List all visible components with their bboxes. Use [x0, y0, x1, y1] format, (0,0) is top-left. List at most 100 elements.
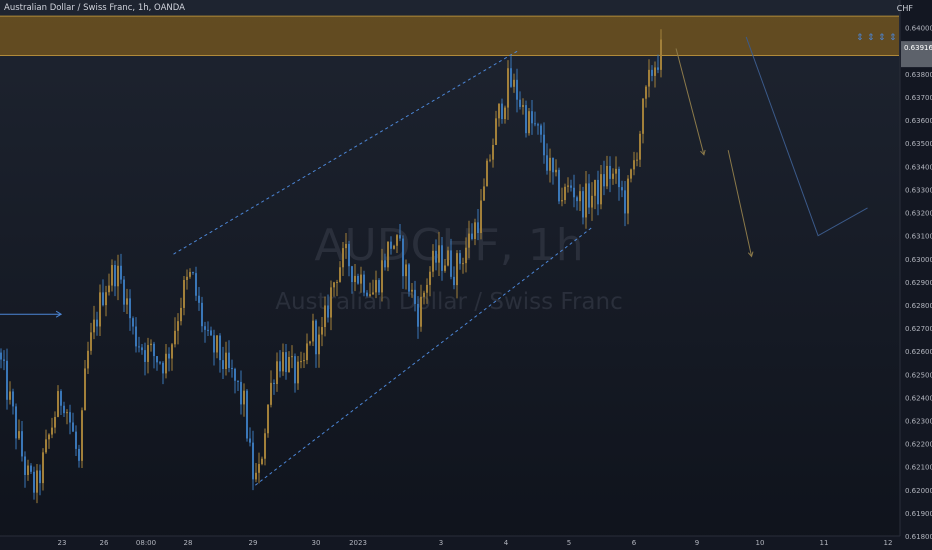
- candle-body: [642, 98, 644, 134]
- candle-body: [495, 118, 497, 145]
- candle-body: [312, 320, 314, 342]
- candle-body: [468, 233, 470, 248]
- candle-body: [51, 427, 53, 435]
- candle-body: [447, 250, 449, 266]
- time-tick-label: 10: [756, 539, 765, 547]
- candle-body: [132, 318, 134, 327]
- price-tick-label: 0.62800: [905, 302, 932, 310]
- time-tick-label: 12: [884, 539, 893, 547]
- candle-body: [153, 343, 155, 357]
- candle-body: [510, 68, 512, 87]
- candle-body: [144, 350, 146, 362]
- candle-body: [216, 335, 218, 353]
- price-tick-label: 0.63300: [905, 186, 932, 194]
- candle-body: [441, 245, 443, 271]
- candle-body: [219, 335, 221, 361]
- candle-body: [546, 155, 548, 171]
- candle-body: [15, 406, 17, 439]
- candle-body: [564, 186, 566, 201]
- price-tick-label: 0.64000: [905, 25, 932, 33]
- candle-body: [315, 320, 317, 355]
- candle-body: [198, 295, 200, 303]
- candle-body: [492, 144, 494, 160]
- time-tick-label: 30: [312, 539, 321, 547]
- candle-body: [180, 307, 182, 322]
- currency-label: CHF: [896, 4, 913, 13]
- candle-body: [333, 282, 335, 288]
- resistance-zone[interactable]: [0, 16, 899, 56]
- candle-body: [120, 265, 122, 280]
- candle-body: [345, 243, 347, 249]
- candle-body: [201, 302, 203, 327]
- chart-area[interactable]: AUDCHF, 1h Australian Dollar / Swiss Fran…: [0, 0, 932, 550]
- candle-body: [177, 321, 179, 331]
- candle-body: [192, 272, 194, 274]
- candle-body: [168, 353, 170, 359]
- candle-body: [48, 434, 50, 440]
- candle-body: [57, 391, 59, 417]
- candle-body: [174, 330, 176, 345]
- candle-body: [147, 345, 149, 362]
- price-tick-label: 0.62400: [905, 394, 932, 402]
- candle-body: [552, 157, 554, 173]
- candle-body: [78, 448, 80, 461]
- candle-body: [228, 352, 230, 368]
- alert-icon[interactable]: ⇕: [889, 33, 897, 43]
- candle-body: [129, 298, 131, 319]
- candle-body: [207, 329, 209, 331]
- candle-body: [162, 362, 164, 374]
- candle-body: [438, 245, 440, 263]
- candle-body: [294, 356, 296, 384]
- candle-body: [60, 391, 62, 406]
- candle-body: [402, 238, 404, 277]
- candle-body: [621, 187, 623, 191]
- candle-body: [99, 292, 101, 327]
- price-tick-label: 0.62600: [905, 348, 932, 356]
- price-chart[interactable]: AUDCHF, 1hAustralian Dollar / Swiss Fran…: [0, 0, 932, 550]
- time-tick-label: 6: [632, 539, 637, 547]
- candle-body: [528, 111, 530, 134]
- candle-body: [342, 248, 344, 268]
- candle-body: [471, 233, 473, 239]
- candle-body: [63, 405, 65, 414]
- candle-body: [72, 422, 74, 432]
- time-tick-label: 29: [249, 539, 258, 547]
- candle-body: [156, 356, 158, 363]
- candle-body: [408, 264, 410, 292]
- candle-body: [555, 169, 557, 173]
- candle-body: [501, 103, 503, 120]
- alert-icon[interactable]: ⇕: [867, 33, 875, 43]
- candle-body: [474, 222, 476, 239]
- candle-body: [123, 279, 125, 305]
- price-tick-label: 0.62700: [905, 325, 932, 333]
- candle-body: [654, 67, 656, 76]
- candle-body: [417, 303, 419, 327]
- candle-body: [273, 382, 275, 385]
- candle-body: [651, 69, 653, 76]
- candle-body: [393, 245, 395, 249]
- price-tick-label: 0.63800: [905, 71, 932, 79]
- candle-body: [300, 361, 302, 363]
- time-tick-label: 28: [184, 539, 193, 547]
- candle-body: [9, 391, 11, 400]
- alert-icon[interactable]: ⇕: [878, 33, 886, 43]
- candle-body: [591, 195, 593, 208]
- candle-body: [264, 433, 266, 459]
- candle-body: [360, 274, 362, 284]
- candle-body: [246, 390, 248, 439]
- candle-body: [462, 263, 464, 265]
- candle-body: [87, 350, 89, 369]
- alert-icon[interactable]: ⇕: [856, 33, 864, 43]
- time-tick-label: 9: [695, 539, 699, 547]
- candle-body: [213, 335, 215, 353]
- candle-body: [603, 174, 605, 187]
- candle-body: [426, 284, 428, 293]
- candle-body: [231, 367, 233, 369]
- candle-body: [135, 326, 137, 347]
- time-tick-label: 08:00: [136, 539, 156, 547]
- candle-body: [384, 260, 386, 268]
- candle-body: [606, 165, 608, 187]
- candle-body: [531, 111, 533, 124]
- candle-body: [489, 159, 491, 161]
- candle-body: [477, 222, 479, 234]
